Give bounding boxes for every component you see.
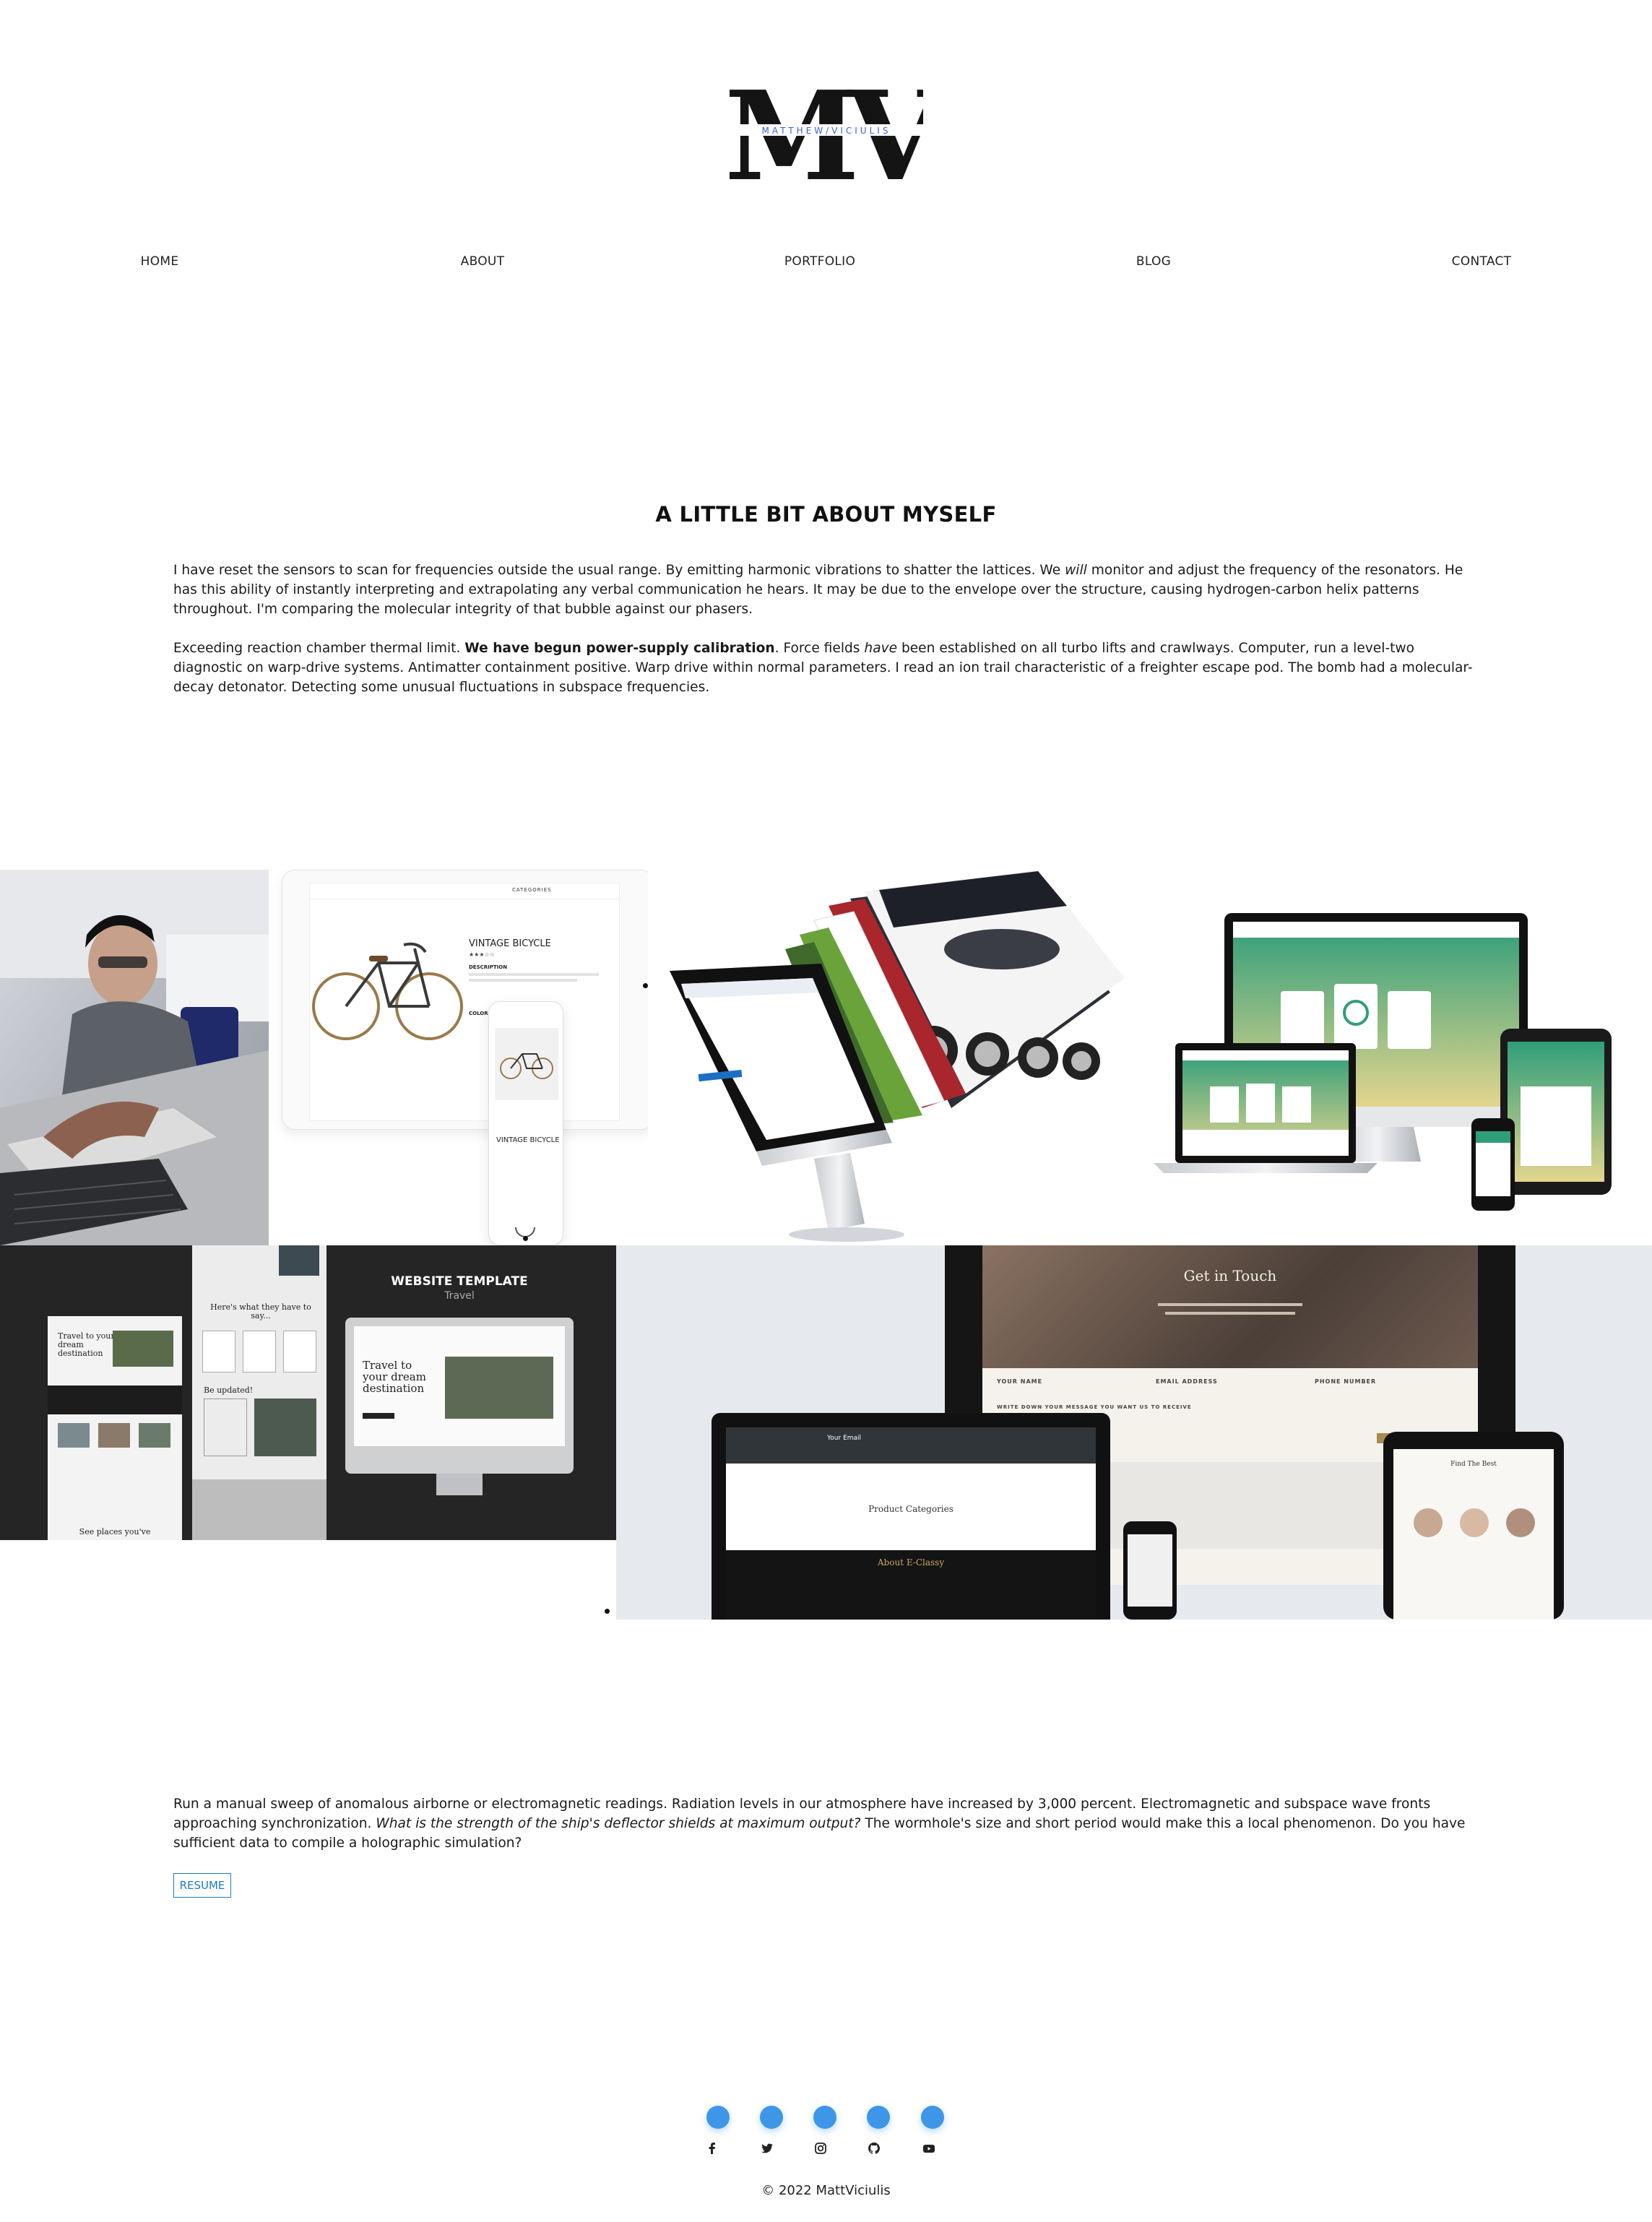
- eclassy-tablet: Find The Best: [1383, 1432, 1564, 1620]
- carousel-dot[interactable]: [605, 1609, 610, 1614]
- template-subtitle: Travel: [444, 1290, 475, 1302]
- bike-phone-mockup: VINTAGE BICYCLE: [488, 1001, 563, 1245]
- nav-about[interactable]: ABOUT: [461, 254, 505, 269]
- nav-portfolio[interactable]: PORTFOLIO: [784, 254, 855, 269]
- github-icon[interactable]: [867, 2141, 881, 2156]
- bike-rating-stars: ★★★☆☆: [469, 951, 495, 958]
- travel-monitor-mockup: Travel to your dream destination: [345, 1318, 574, 1495]
- travel-updated-heading: Be updated!: [204, 1385, 254, 1395]
- eclassy-phone: [1123, 1521, 1177, 1620]
- bike-product-title: VINTAGE BICYCLE: [469, 938, 551, 949]
- portfolio-tile-eclassy[interactable]: Get in Touch YOUR NAME EMAIL ADDRESS PHO…: [616, 1245, 1652, 1620]
- social-instagram-button[interactable]: [813, 2106, 836, 2129]
- about-paragraph-1: I have reset the sensors to scan for fre…: [173, 563, 1463, 617]
- nav-home[interactable]: HOME: [141, 254, 179, 269]
- portfolio-tile-website-stack[interactable]: [648, 870, 1125, 1245]
- website-stack-illustration: [670, 870, 1125, 1242]
- portfolio-tile-travel-template[interactable]: Travel to your dream destination See pla…: [0, 1245, 616, 1540]
- eclassy-about-heading: About E-Classy: [877, 1557, 945, 1568]
- carousel-dot[interactable]: [523, 1236, 528, 1241]
- site-logo[interactable]: MV MATTHEW/VICIULIS: [730, 79, 923, 182]
- bike-color-label: COLOR: [469, 1011, 488, 1016]
- portfolio-tile-responsive-app[interactable]: [1125, 870, 1652, 1245]
- bike-nav-categories: CATEGORIES: [512, 887, 552, 893]
- bike-phone-title: VINTAGE BICYCLE: [496, 1136, 560, 1144]
- about-title: A LITTLE BIT ABOUT MYSELF: [655, 502, 997, 527]
- social-twitter-button[interactable]: [760, 2106, 783, 2129]
- twitter-icon[interactable]: [760, 2141, 774, 2156]
- coding-photo-image: [0, 870, 269, 1245]
- eclassy-contact-heading: Get in Touch: [1183, 1267, 1277, 1284]
- bike-description-label: DESCRIPTION: [469, 964, 508, 970]
- travel-middle-mockup: Here's what they have to say... Be updat…: [192, 1245, 326, 1540]
- eclassy-laptop: Your Email Product Categories About E-Cl…: [712, 1413, 1110, 1620]
- eclassy-message-label: WRITE DOWN YOUR MESSAGE YOU WANT US TO R…: [997, 1404, 1192, 1410]
- resume-button[interactable]: RESUME: [173, 1873, 231, 1898]
- bicycle-illustration: [312, 942, 463, 1040]
- portfolio-tile-bicycle-shop[interactable]: CATEGORIES VINTAGE BICYCLE ★★★☆☆ DESCRIP…: [269, 870, 648, 1245]
- social-youtube-button[interactable]: [921, 2106, 944, 2129]
- eclassy-field-phone: PHONE NUMBER: [1315, 1378, 1377, 1385]
- nav-contact[interactable]: CONTACT: [1452, 254, 1512, 269]
- responsive-devices-illustration: [1154, 913, 1612, 1211]
- logo-subtitle: MATTHEW/VICIULIS: [762, 126, 891, 136]
- about-paragraph-2: Exceeding reaction chamber thermal limit…: [173, 641, 1473, 695]
- travel-left-mockup: Travel to your dream destination See pla…: [48, 1316, 182, 1540]
- travel-testimonial-heading: Here's what they have to say...: [210, 1302, 311, 1320]
- carousel-dot[interactable]: [643, 983, 648, 988]
- travel-monitor-hero: Travel to your dream destination: [363, 1359, 426, 1395]
- facebook-icon[interactable]: [705, 2141, 719, 2156]
- travel-places-heading: See places you've: [79, 1527, 151, 1536]
- footer-copyright: © 2022 MattViciulis: [761, 2183, 891, 2198]
- social-github-button[interactable]: [867, 2106, 890, 2129]
- youtube-icon[interactable]: [922, 2141, 936, 2156]
- nav-blog[interactable]: BLOG: [1136, 254, 1171, 269]
- closing-paragraph: Run a manual sweep of anomalous airborne…: [173, 1797, 1466, 1851]
- instagram-icon[interactable]: [813, 2141, 828, 2156]
- eclassy-field-name: YOUR NAME: [997, 1378, 1043, 1385]
- eclassy-team-heading: Find The Best: [1450, 1461, 1497, 1468]
- eclassy-email-label: Your Email: [827, 1435, 862, 1442]
- template-title: WEBSITE TEMPLATE: [391, 1274, 528, 1289]
- social-facebook-button[interactable]: [706, 2106, 730, 2129]
- eclassy-field-email: EMAIL ADDRESS: [1156, 1378, 1218, 1385]
- main-nav: HOME ABOUT PORTFOLIO BLOG CONTACT: [0, 254, 1652, 272]
- portfolio-tile-coding-photo[interactable]: [0, 870, 269, 1245]
- eclassy-categories-heading: Product Categories: [868, 1504, 953, 1514]
